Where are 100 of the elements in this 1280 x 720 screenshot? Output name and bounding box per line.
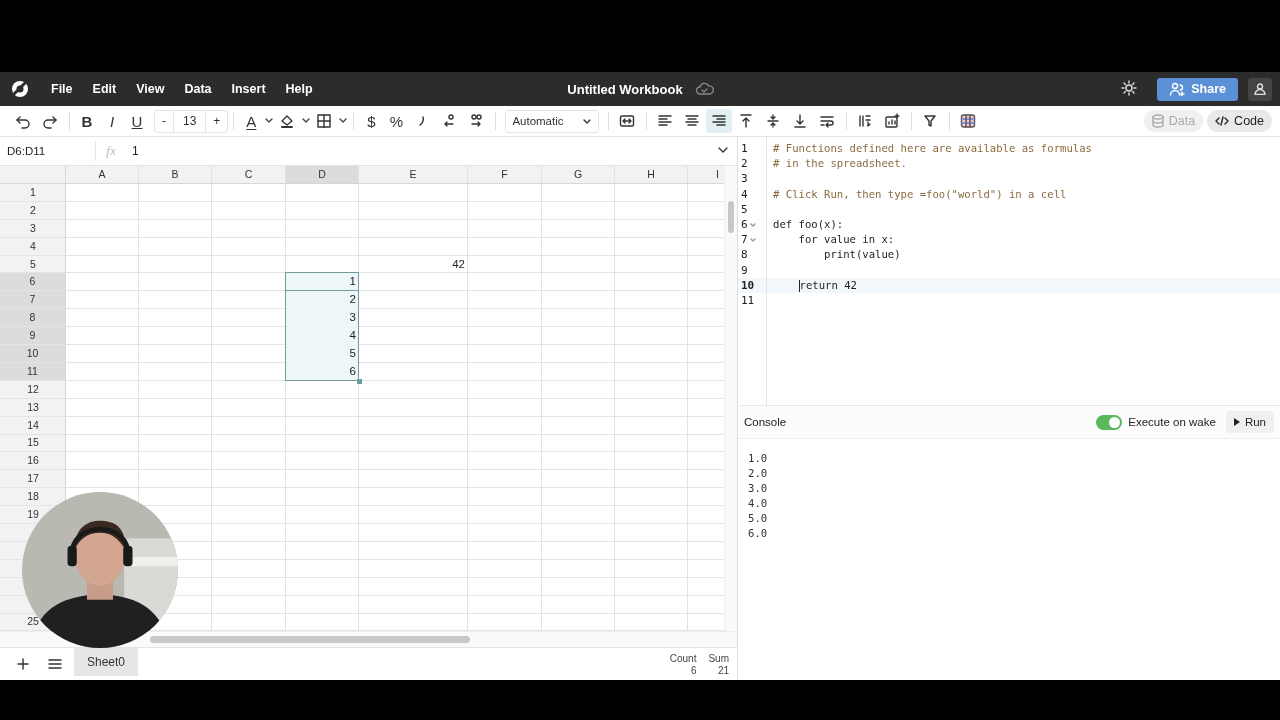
bold-button[interactable]: B [75,109,99,133]
number-format-dropdown[interactable]: Automatic [505,109,600,133]
row-header[interactable]: 3 [28,219,38,238]
row-header[interactable]: 17 [25,470,41,489]
menu-item[interactable]: Edit [83,78,126,100]
code-line: # Click Run, then type =foo("world") in a cell [773,187,1067,200]
column-header[interactable]: E [359,166,467,183]
cloud-check-icon [694,82,715,96]
table-cell: 4 [285,327,359,345]
percent-button[interactable]: % [384,109,409,133]
align-button[interactable] [706,109,733,133]
row-header[interactable]: 9 [0,327,65,344]
align-top-icon [738,113,755,129]
code-icon [1215,115,1230,127]
summary-value: 6 [690,664,697,676]
vertical-scrollbar[interactable] [724,166,737,631]
column-header[interactable]: G [542,166,614,183]
table-cell: 1 [285,272,359,292]
code-line: # in the spreadsheet. [773,157,907,170]
row-header[interactable]: 7 [0,291,65,309]
code-line: return 42 [797,278,857,291]
row-header[interactable]: 1 [28,184,38,202]
people-icon [1169,82,1186,96]
column-header[interactable]: D [286,166,358,183]
row-header[interactable]: 8 [0,309,65,327]
menu-item[interactable]: File [42,78,82,100]
summary-value: 21 [717,664,729,676]
run-button[interactable]: Run [1225,411,1274,433]
menu-item[interactable]: Insert [222,78,275,100]
row-header[interactable]: 2 [28,201,38,220]
row-header[interactable]: 6 [0,273,65,291]
column-header[interactable]: F [468,166,541,183]
console-output: 1.0 [748,451,769,466]
row-header[interactable]: 14 [25,416,41,435]
row-header[interactable]: 19 [25,506,41,524]
row-header[interactable]: 16 [25,452,41,471]
underline-button[interactable]: U [125,109,149,133]
console-title: Console [744,416,787,428]
column-header[interactable]: I [688,166,724,183]
menu-item[interactable]: Help [276,78,322,100]
code-line: for value in x: [797,233,895,246]
increase-decimals-icon [468,113,485,129]
italic-button[interactable]: I [100,109,124,133]
merge-icon [619,113,636,129]
decrease-font-button[interactable]: - [155,110,173,132]
cell-reference[interactable]: D6:D11 [0,145,95,157]
horizontal-scrollbar[interactable] [0,631,737,647]
formula-field[interactable]: 1 [126,144,717,158]
line-number: 8 [741,247,748,263]
table-cell-text: 42 [451,256,466,272]
menu-icon [48,658,62,670]
fill-handle[interactable] [357,378,362,384]
align-middle-icon [765,113,782,129]
row-header[interactable]: 15 [25,434,41,453]
console-output: 5.0 [748,511,769,526]
row-header[interactable]: 4 [28,237,38,256]
table-cell: 3 [285,309,359,328]
code-line: def foo(x): [773,217,844,230]
summary-label: Count [669,652,697,664]
row-header[interactable]: 10 [0,345,65,362]
console-output: 3.0 [748,481,769,496]
row-header[interactable]: 25 [25,613,41,631]
database-icon [1151,114,1164,128]
align-icon [711,113,728,129]
line-number: 10 [741,277,755,293]
wrap-icon [819,113,836,129]
lightbulb-icon [1121,79,1138,96]
row-header[interactable]: 13 [25,398,41,417]
column-header[interactable]: B [139,166,211,183]
line-number: 2 [741,156,748,172]
console-output: 4.0 [748,496,769,511]
align-icon [657,113,674,129]
row-header[interactable]: 12 [25,380,41,399]
account-button[interactable] [1248,77,1272,101]
insert-chart-icon [884,113,901,129]
column-header[interactable]: A [66,166,138,183]
fill-color-icon [279,113,296,129]
line-number: 11 [741,292,755,309]
column-header[interactable]: H [615,166,687,183]
row-header[interactable]: 11 [0,362,65,380]
menu-item[interactable]: View [127,78,174,100]
spreadsheet-grid[interactable]: A B C D E F G H I 1 2 3 4 5 42 6 1 7 2 8 3 9 4 10 5 11 6 12 13 14 15 16 17 18 19 25 [0,166,724,631]
sheet-tab[interactable]: Sheet0 [74,648,139,676]
panel-tab[interactable]: Code [1207,110,1272,132]
currency-button[interactable]: $ [359,109,384,133]
line-number: 5 [741,201,748,217]
row-header[interactable]: 18 [25,488,41,507]
toggle-switch[interactable] [1096,414,1123,430]
code-line: print(value) [823,248,901,261]
play-icon [1233,418,1240,426]
borders-icon [316,113,333,129]
align-bottom-icon [792,113,809,129]
menu-item[interactable]: Data [175,78,221,100]
text-color-button[interactable]: A [239,109,264,133]
console-output: 2.0 [748,466,769,481]
column-header[interactable]: C [212,166,285,183]
line-number: 7 [741,232,748,248]
increase-font-button[interactable]: + [206,110,228,132]
font-size-field[interactable]: 13 [173,110,207,132]
row-header[interactable]: 5 [28,255,38,274]
